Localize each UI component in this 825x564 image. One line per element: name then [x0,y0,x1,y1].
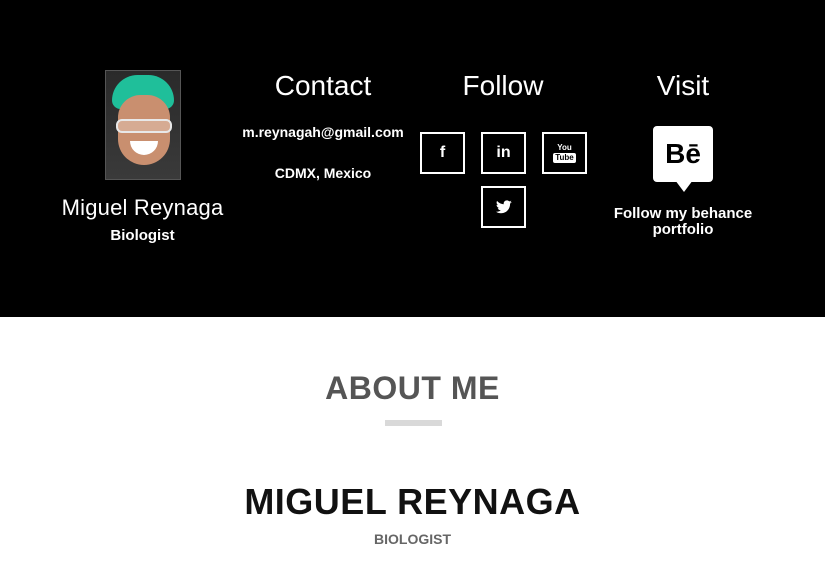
header-band: Miguel Reynaga Biologist Contact m.reyna… [0,0,825,317]
linkedin-button[interactable]: in [481,132,526,174]
contact-column: Contact m.reynagah@gmail.com CDMX, Mexic… [232,68,414,181]
linkedin-icon: in [496,144,511,161]
youtube-button[interactable]: You Tube [542,132,587,174]
behance-icon: Bē [653,126,713,182]
profile-card: Miguel Reynaga Biologist [40,70,245,244]
profile-role: Biologist [110,227,175,244]
visit-title: Visit [656,70,710,101]
about-title: ABOUT ME [325,370,500,406]
facebook-icon: f [439,144,446,161]
about-divider [385,420,442,426]
youtube-icon-top: You [557,142,572,152]
contact-location: CDMX, Mexico [274,165,372,181]
contact-email[interactable]: m.reynagah@gmail.com [232,124,414,140]
follow-title: Follow [462,70,544,101]
social-links: f in You Tube [412,132,594,242]
facebook-button[interactable]: f [420,132,465,174]
youtube-icon: You Tube [553,142,576,163]
person-name: MIGUEL REYNAGA [244,481,581,522]
twitter-button[interactable] [481,186,526,228]
visit-column: Visit Bē Follow my behance portfolio [592,68,774,238]
profile-photo [104,70,181,180]
behance-link-text[interactable]: Follow my behance portfolio [592,206,774,238]
behance-button[interactable]: Bē [653,126,713,196]
youtube-icon-bottom: Tube [553,152,576,163]
behance-badge-tail [675,180,693,192]
profile-name: Miguel Reynaga [61,195,224,220]
contact-title: Contact [274,70,372,101]
twitter-icon [495,200,512,214]
photo-glasses [115,119,172,133]
follow-column: Follow f in You Tube [412,68,594,242]
person-role: BIOLOGIST [374,531,451,547]
